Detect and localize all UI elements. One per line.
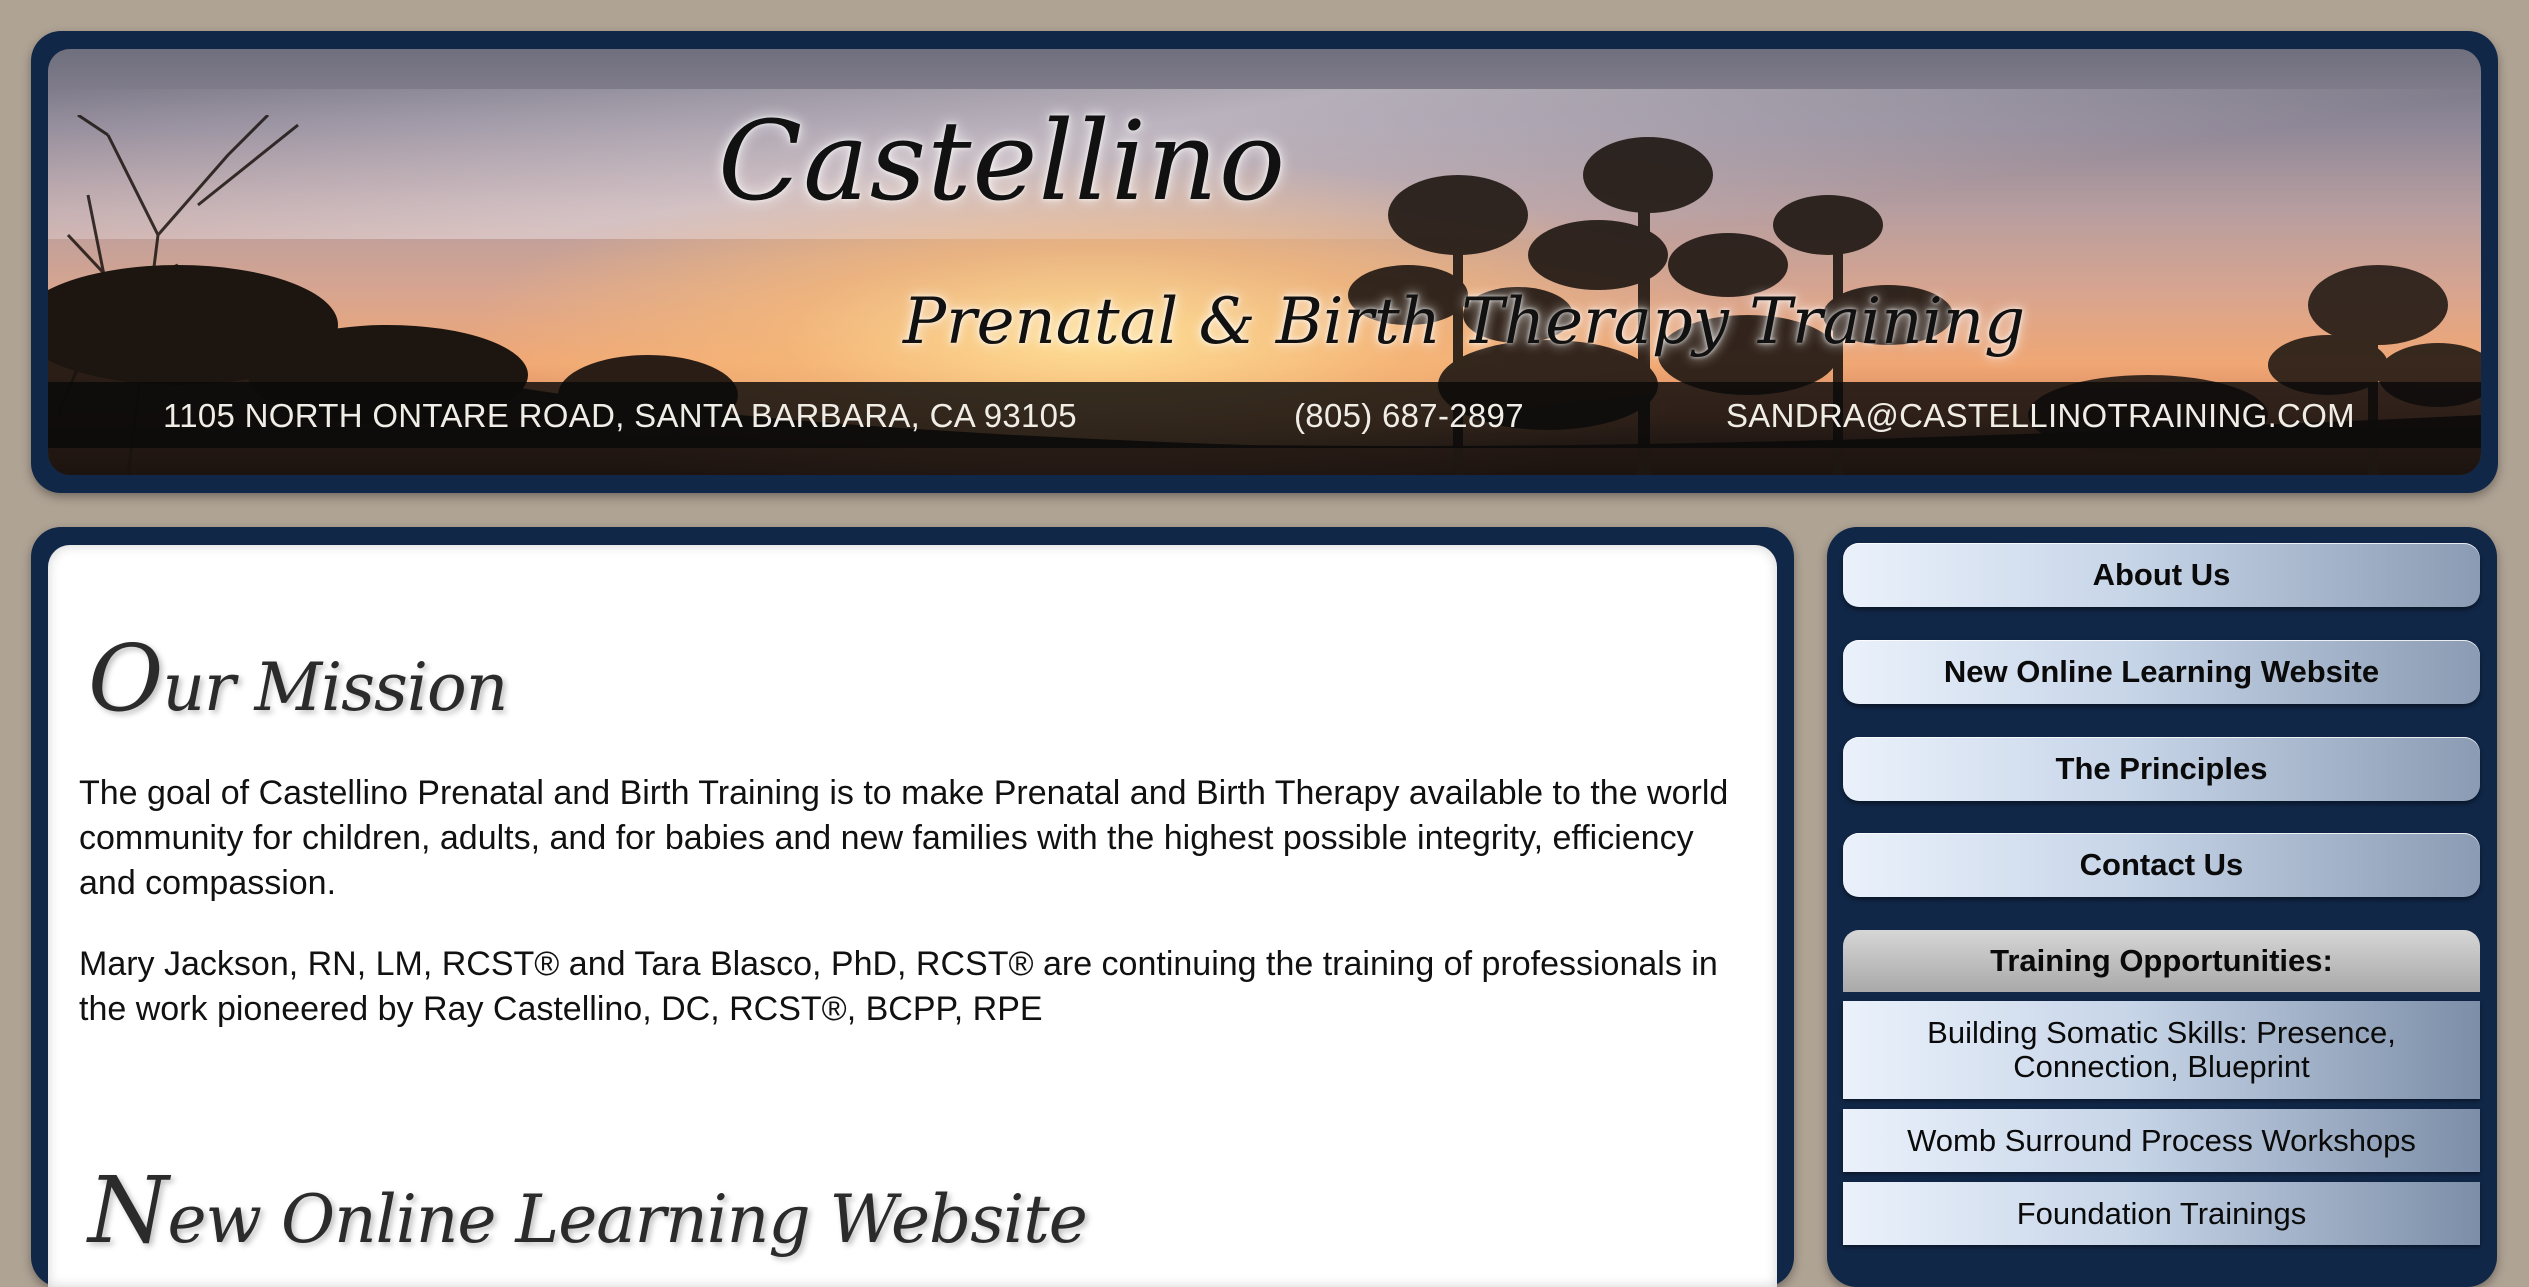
online-learning-heading: New Online Learning Website [88,1157,1088,1264]
training-item-foundation[interactable]: Foundation Trainings [1843,1182,2480,1245]
header-banner-frame: Castellino Prenatal & Birth Therapy Trai… [31,31,2498,493]
nav-about-us-button[interactable]: About Us [1843,543,2480,607]
mission-heading-initial: O [88,625,163,732]
email-link[interactable]: SANDRA@CASTELLINOTRAINING.COM [1726,397,2355,435]
mission-heading: Our Mission [88,625,508,732]
nav-contact-us-button[interactable]: Contact Us [1843,833,2480,897]
training-item-womb-surround[interactable]: Womb Surround Process Workshops [1843,1109,2480,1172]
mission-heading-rest: ur Mission [162,649,508,726]
logo-subtitle: Prenatal & Birth Therapy Training [903,285,2026,359]
training-item-somatic-skills[interactable]: Building Somatic Skills: Presence, Conne… [1843,1001,2480,1099]
training-opportunities-heading: Training Opportunities: [1843,930,2480,992]
site-logo[interactable]: Castellino Prenatal & Birth Therapy Trai… [718,97,2025,397]
sunset-banner-image: Castellino Prenatal & Birth Therapy Trai… [48,49,2481,475]
sidebar-nav: About Us New Online Learning Website The… [1827,527,2497,1287]
main-content-frame: Our Mission The goal of Castellino Prena… [31,527,1794,1287]
mission-paragraph-trainers: Mary Jackson, RN, LM, RCST® and Tara Bla… [79,945,1718,1028]
online-learning-heading-rest: ew Online Learning Website [167,1181,1088,1258]
address-text: 1105 NORTH ONTARE ROAD, SANTA BARBARA, C… [163,397,1077,434]
phone-link[interactable]: (805) 687-2897 [1294,397,1524,435]
logo-title: Castellino [718,97,1287,225]
mission-paragraph-goal: The goal of Castellino Prenatal and Birt… [79,774,1729,902]
nav-principles-button[interactable]: The Principles [1843,737,2480,801]
nav-online-learning-button[interactable]: New Online Learning Website [1843,640,2480,704]
main-content-card: Our Mission The goal of Castellino Prena… [48,545,1777,1287]
contact-bar: 1105 NORTH ONTARE ROAD, SANTA BARBARA, C… [48,382,2481,448]
online-learning-heading-initial: N [88,1157,168,1264]
